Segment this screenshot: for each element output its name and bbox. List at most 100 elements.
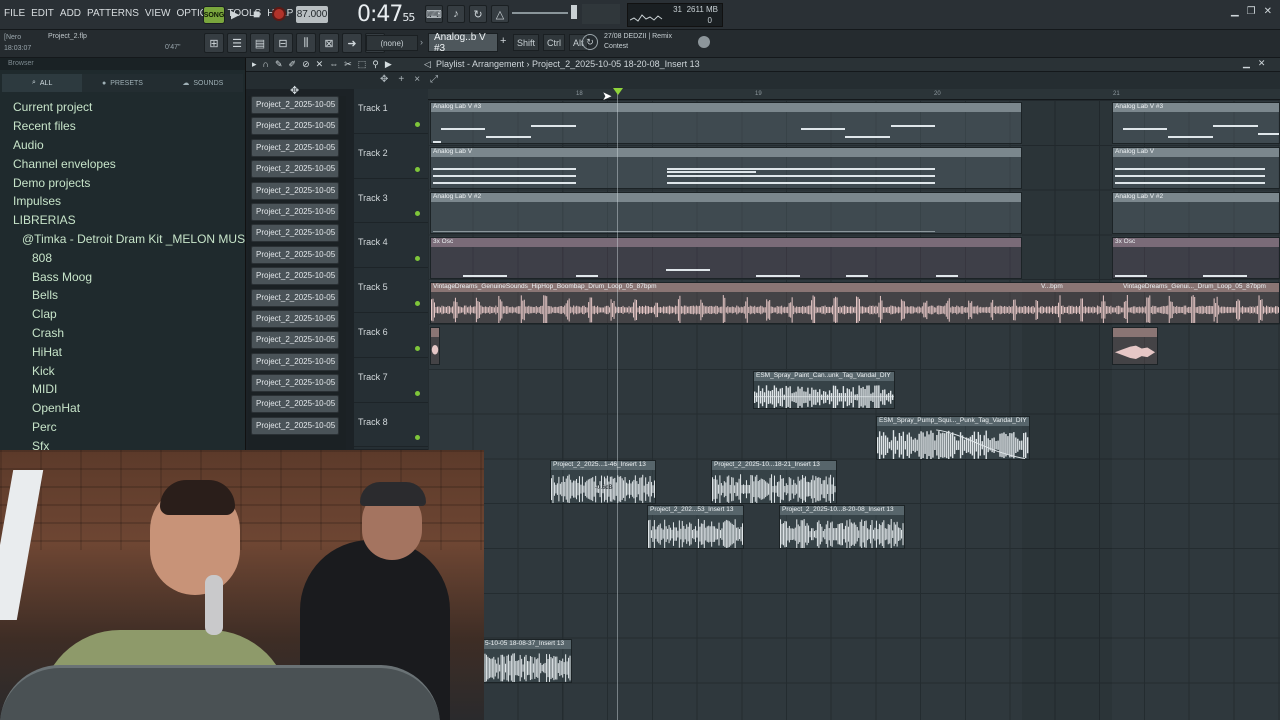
track-mute-led[interactable] (415, 435, 420, 441)
mute-icon[interactable]: ✕ (316, 59, 324, 70)
pattern-clip-item[interactable]: Project_2_2025-10-05 1... (251, 331, 339, 350)
pattern-clip-item[interactable]: Project_2_2025-10-05 1... (251, 374, 339, 393)
slip-icon[interactable]: ⇔ (329, 59, 338, 70)
track-header[interactable]: Track 1 (354, 89, 428, 134)
track-mute-led[interactable] (415, 345, 420, 351)
remove-track-icon[interactable]: × (414, 74, 420, 85)
pattern-selector[interactable]: Analog..b V #3 (428, 32, 498, 54)
paint-icon[interactable]: ✐ (289, 59, 297, 70)
browser-item[interactable]: Audio (0, 136, 245, 155)
playlist-close-icon[interactable]: ✕ (1258, 58, 1266, 69)
delete-icon[interactable]: ⊘ (302, 59, 310, 70)
plugin-picker-icon[interactable]: ⊠ (319, 33, 339, 53)
browser-item[interactable]: Clap (0, 305, 245, 324)
track-mute-led[interactable] (415, 121, 420, 127)
arrow-menu-icon[interactable]: ▸ (252, 59, 257, 70)
browser-item[interactable]: Channel envelopes (0, 154, 245, 173)
clip-insert13-d[interactable]: Project_2_2025-10...8-20-08_Insert 13 (779, 505, 905, 549)
minimize-icon[interactable]: ▁ (1231, 6, 1239, 17)
zoom-icon[interactable]: ⚲ (372, 59, 379, 70)
piano-roll-icon[interactable]: ▤ (250, 33, 270, 53)
tab-all[interactable]: ⌕ ALL (2, 74, 83, 92)
pattern-clip-item[interactable]: Project_2_2025-10-05 1... (251, 309, 339, 328)
clip-analog-lab-a[interactable]: Analog Lab V (430, 147, 1022, 189)
menu-view[interactable]: VIEW (145, 8, 171, 19)
pattern-clip-item[interactable]: Project_2_2025-10-05 1... (251, 117, 339, 136)
news-panel[interactable]: 27/08 DEDZII | Remix Contest (604, 32, 672, 52)
clip-track6-a[interactable] (430, 327, 440, 365)
tempo-display[interactable]: 87.000 (296, 6, 328, 23)
browser-item[interactable]: Recent files (0, 117, 245, 136)
track-header[interactable]: Track 4 (354, 223, 428, 269)
clip-insert13-c[interactable]: Project_2_202...53_Insert 13 (647, 505, 744, 549)
browser-item[interactable]: OpenHat (0, 399, 245, 418)
browser-item[interactable]: Crash (0, 324, 245, 343)
expand-icon[interactable]: ⤢ (430, 74, 438, 85)
pattern-picker-icon[interactable]: ✥ (290, 84, 299, 97)
pattern-clip-item[interactable]: Project_2_2025-10-05 1... (251, 181, 339, 200)
metronome-icon[interactable]: △ (491, 5, 509, 23)
play-icon[interactable]: ▶ (231, 8, 239, 21)
playhead-marker[interactable] (613, 88, 623, 95)
playlist-minimize-icon[interactable]: ▁ (1243, 58, 1250, 69)
record-icon[interactable] (272, 7, 286, 21)
master-volume-knob[interactable] (571, 5, 577, 19)
playlist-menu-icon[interactable]: ◁ (424, 59, 431, 70)
master-pitch-slider[interactable] (512, 12, 568, 14)
snap-select[interactable]: (none) (366, 35, 418, 51)
close-icon[interactable]: ✕ (1264, 6, 1272, 17)
browser-item[interactable]: Demo projects (0, 173, 245, 192)
track-mute-led[interactable] (415, 256, 420, 262)
browser-item[interactable]: MIDI (0, 380, 245, 399)
magnet-icon[interactable]: ∩ (263, 59, 269, 70)
clip-spray-paint[interactable]: ESM_Spray_Paint_Can..unk_Tag_Vandal_DIY (753, 371, 895, 409)
mixer-icon[interactable]: ⫼ (296, 33, 316, 53)
track-header[interactable]: Track 6 (354, 313, 428, 358)
clip-insert13-e[interactable]: 5-10-05 18-08-37_Insert 13 (482, 639, 572, 683)
menu-file[interactable]: FILE (4, 8, 25, 19)
timeline-ruler[interactable]: 18 19 20 21 (428, 89, 1280, 100)
playlist-icon[interactable]: ☰ (227, 33, 247, 53)
browser-item[interactable]: HiHat (0, 342, 245, 361)
loop-record-icon[interactable]: ↻ (469, 5, 487, 23)
pattern-clip-item[interactable]: Project_2_2025-10-05 1... (251, 138, 339, 157)
clip-track6-b[interactable] (1112, 327, 1158, 365)
browser-item[interactable]: Kick (0, 361, 245, 380)
snap-icon[interactable]: ⊞ (204, 33, 224, 53)
browser-item[interactable]: Bells (0, 286, 245, 305)
stop-icon[interactable]: ■ (253, 7, 260, 21)
ctrl-key-button[interactable]: Ctrl (543, 34, 566, 51)
menu-add[interactable]: ADD (60, 8, 81, 19)
track-mute-led[interactable] (415, 300, 420, 306)
track-header[interactable]: Track 3 (354, 179, 428, 224)
pattern-clip-item[interactable]: Project_2_2025-10-05 1... (251, 224, 339, 243)
tab-presets[interactable]: ● PRESETS (82, 74, 162, 92)
pattern-clip-item[interactable]: Project_2_2025-10-05 1... (251, 352, 339, 371)
select-icon[interactable]: ⬚ (358, 59, 367, 70)
track-header[interactable]: Track 5 (354, 268, 428, 313)
clip-analog-lab-3-a[interactable]: Analog Lab V #3 (430, 102, 1022, 144)
add-pattern-icon[interactable]: + (500, 35, 506, 47)
track-header[interactable]: Track 2 (354, 134, 428, 179)
clip-drum-loop[interactable]: VintageDreams_GenuineSounds_HipHop_Boomb… (430, 282, 1280, 324)
pattern-arrow-icon[interactable]: › (420, 37, 423, 47)
menu-edit[interactable]: EDIT (31, 8, 54, 19)
pattern-clip-item[interactable]: Project_2_2025-10-05 1... (251, 202, 339, 221)
browser-item[interactable]: Perc (0, 418, 245, 437)
news-icon[interactable]: ↻ (582, 34, 598, 50)
pattern-clip-item[interactable]: Project_2_2025-10-05 1... (251, 395, 339, 414)
pencil-icon[interactable]: ✎ (275, 59, 283, 70)
move-icon[interactable]: ✥ (380, 74, 388, 85)
browser-item[interactable]: LIBRERIAS (0, 211, 245, 230)
clip-analog-lab-3-b[interactable]: Analog Lab V #3 (1112, 102, 1280, 144)
clip-insert13-a[interactable]: Project_2_2025...1-46_Insert 13 -0.6dB (550, 460, 656, 504)
browser-item[interactable]: 808 (0, 248, 245, 267)
account-icon[interactable] (698, 36, 710, 48)
typing-keyboard-icon[interactable]: ⌨ (425, 5, 443, 23)
pattern-clip-item[interactable]: Project_2_2025-10-05 1... (251, 96, 339, 114)
arrow-right-icon[interactable]: ➜ (342, 33, 362, 53)
menu-patterns[interactable]: PATTERNS (87, 8, 139, 19)
slice-icon[interactable]: ✂ (344, 59, 352, 70)
clip-analog-lab-2-a[interactable]: Analog Lab V #2 (430, 192, 1022, 234)
browser-item[interactable]: @Timka - Detroit Dram Kit _MELON MUSIC_ (0, 230, 245, 249)
